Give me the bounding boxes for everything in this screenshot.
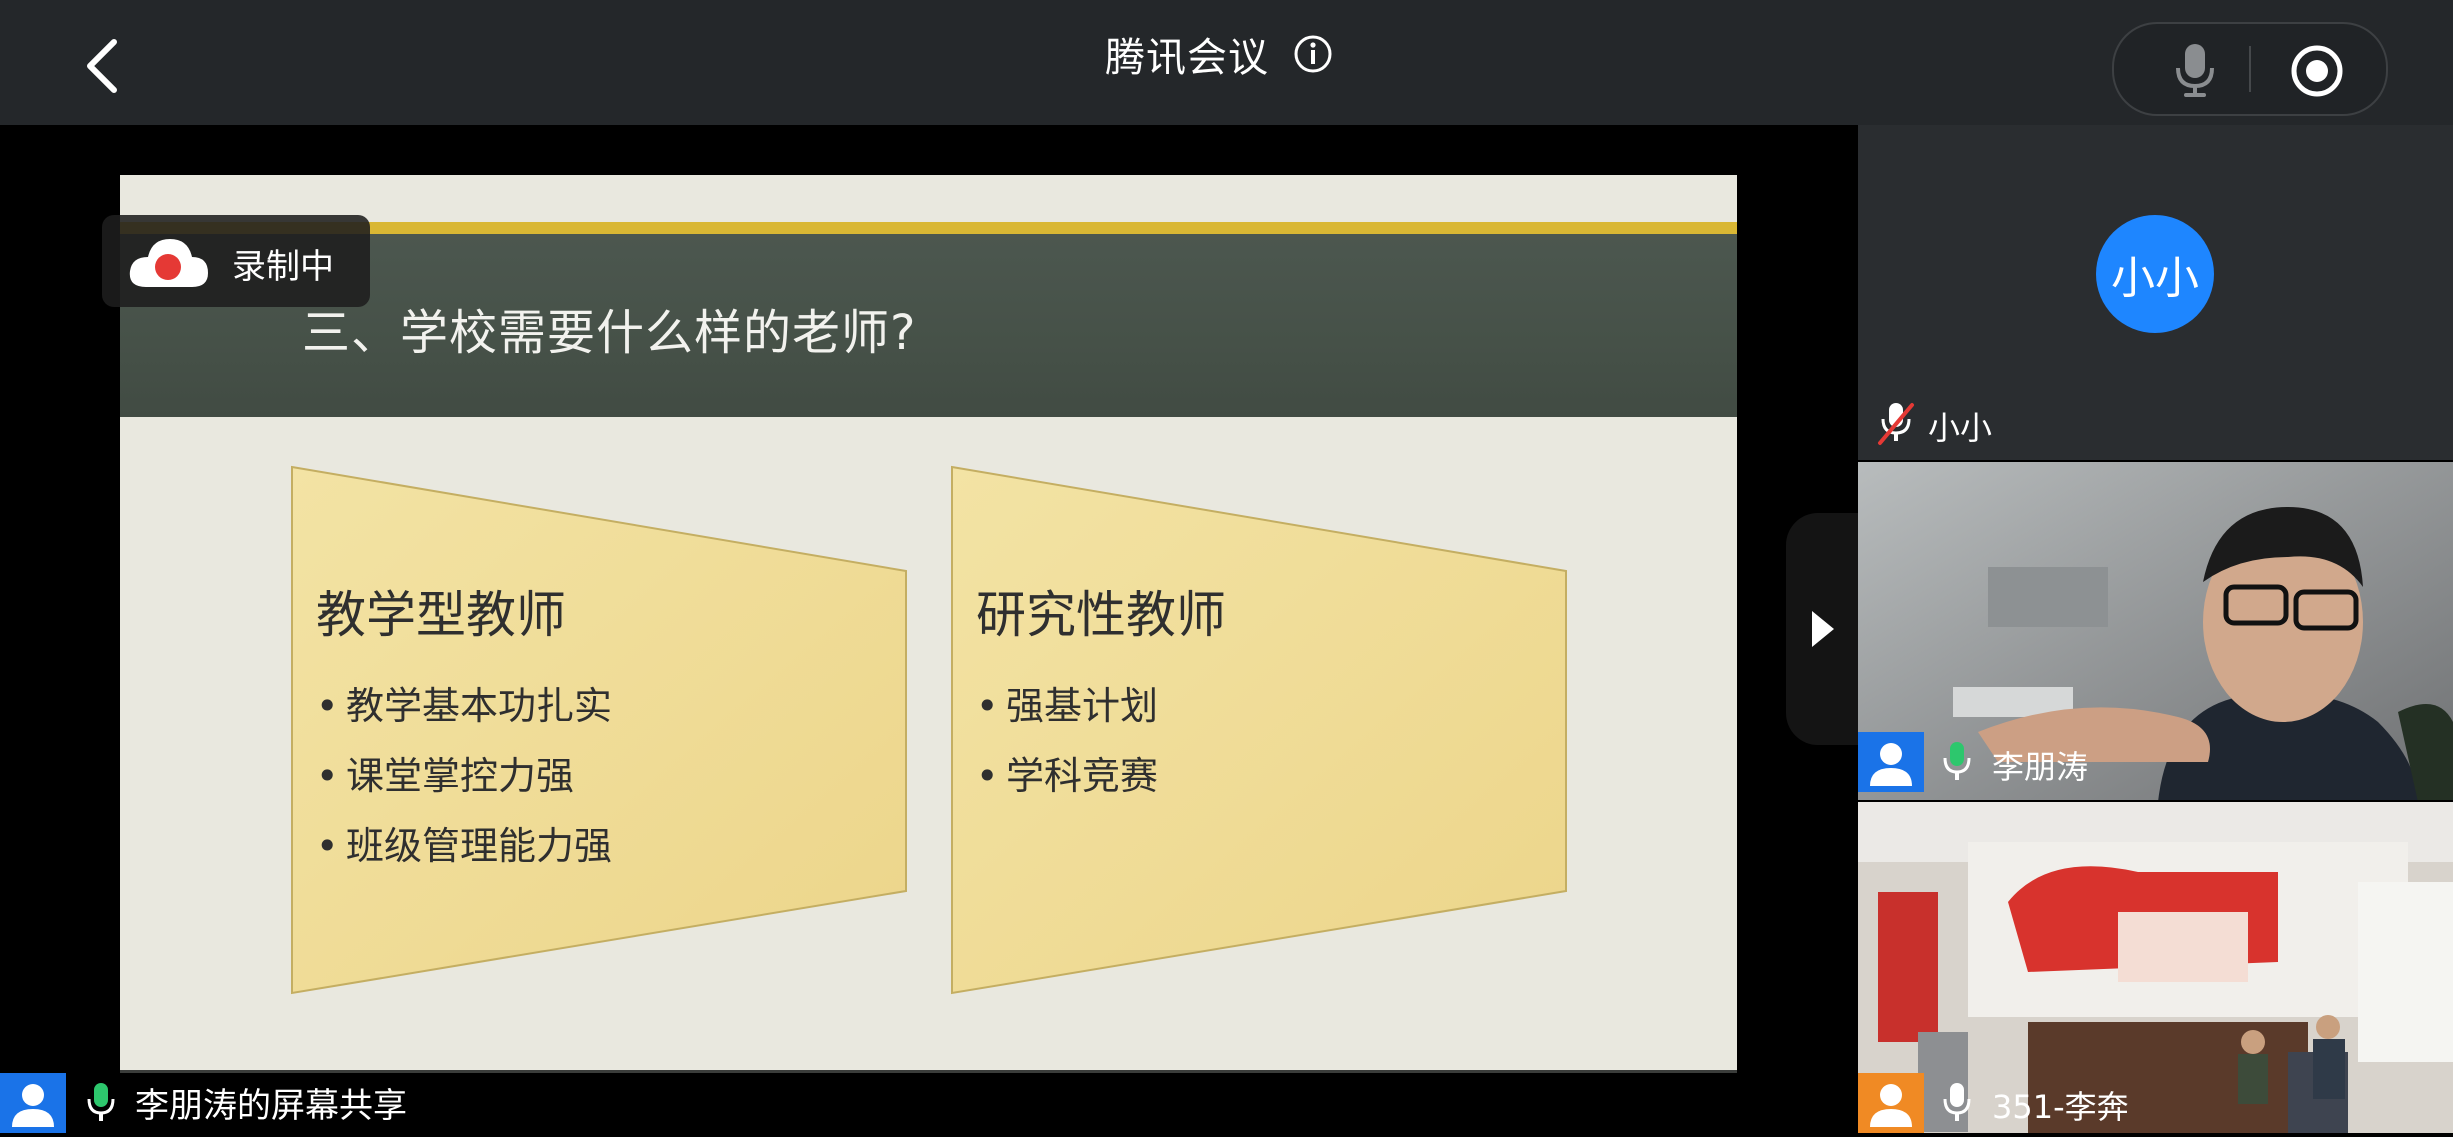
screen-share-owner: 李朋涛的屏幕共享 [135, 1086, 407, 1126]
record-toggle-button[interactable] [2290, 44, 2344, 98]
microphone-icon [87, 1083, 115, 1121]
record-toggle-icon [2291, 45, 2343, 97]
participant-avatar [1858, 732, 1924, 792]
cloud-record-icon [129, 239, 208, 287]
microphone-icon [2176, 44, 2214, 97]
back-button[interactable] [78, 34, 126, 98]
participant-name: 351-李奔 [1992, 1088, 2129, 1126]
info-icon [1294, 35, 1332, 73]
recording-label: 录制中 [232, 247, 334, 287]
user-icon [12, 1084, 54, 1127]
box-bullet: • 课堂掌控力强 [316, 754, 575, 798]
shared-slide: 三、学校需要什么样的老师? 教学型教师 • 教学基本功扎实 • 课堂掌控力强 • 班级… [120, 175, 1737, 1085]
box-bullet: • 班级管理能力强 [316, 824, 613, 868]
avatar: 小小 [2096, 215, 2214, 333]
slide-box-teaching [291, 465, 907, 995]
participant-tile[interactable]: 李朋涛 [1858, 462, 2453, 802]
box-heading: 研究性教师 [976, 586, 1226, 644]
controls-divider [2249, 46, 2251, 92]
box-heading: 教学型教师 [316, 586, 566, 644]
participant-tile[interactable]: 351-李奔 [1858, 802, 2453, 1133]
sharer-avatar [0, 1073, 66, 1133]
box-bullet: • 强基计划 [976, 684, 1159, 728]
toggle-video-panel-button[interactable] [1786, 513, 1858, 745]
mic-muted-icon [1878, 403, 1914, 445]
participant-name: 李朋涛 [1992, 748, 2089, 786]
slide-title: 三、学校需要什么样的老师? [302, 305, 917, 361]
user-icon [1870, 1084, 1912, 1127]
participant-tile[interactable]: 小小 小小 [1858, 125, 2453, 462]
top-bar: 腾讯会议 [0, 0, 2453, 125]
box-bullet: • 学科竞赛 [976, 754, 1159, 798]
expand-arrow-icon [1812, 611, 1834, 647]
recording-indicator[interactable]: 录制中 [102, 215, 370, 307]
microphone-button[interactable] [2172, 42, 2218, 98]
meeting-title: 腾讯会议 [1105, 35, 1269, 81]
quick-controls [2112, 22, 2388, 116]
microphone-icon [1943, 1083, 1971, 1121]
participant-name: 小小 [1928, 409, 1993, 447]
microphone-icon [1943, 742, 1971, 780]
participant-avatar [1858, 1073, 1924, 1133]
user-icon [1870, 743, 1912, 786]
title-group: 腾讯会议 [1105, 24, 1333, 84]
back-arrow-icon [87, 39, 117, 93]
slide-box-research [951, 465, 1567, 995]
box-bullet: • 教学基本功扎实 [316, 684, 613, 728]
meeting-info-button[interactable] [1293, 34, 1333, 74]
